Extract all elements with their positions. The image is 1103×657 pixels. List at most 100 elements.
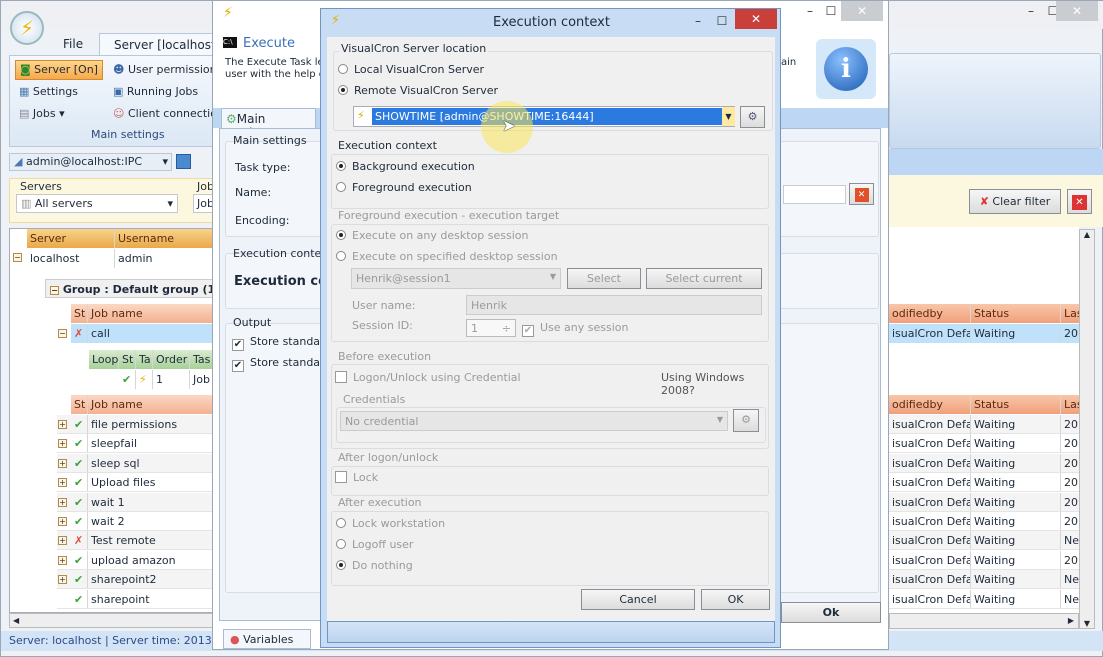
execute-maximize-button[interactable]: ☐ <box>819 1 843 21</box>
session-select[interactable]: Henrik@session1 ▼ <box>351 268 561 289</box>
right-grid-cell: Waiting <box>971 492 1061 511</box>
job-row[interactable]: + ✗ Test remote <box>57 531 214 551</box>
remote-server-radio[interactable]: Remote VisualCron Server <box>338 84 498 97</box>
specified-session-radio[interactable]: Execute on specified desktop session <box>336 250 558 263</box>
lock-workstation-radio[interactable]: Lock workstation <box>336 517 445 530</box>
tab-variables[interactable]: ● Variables <box>223 629 311 649</box>
local-server-radio[interactable]: Local VisualCron Server <box>338 63 484 76</box>
ok-button[interactable]: OK <box>701 589 770 610</box>
logon-unlock-checkbox[interactable]: Logon/Unlock using Credential <box>335 371 521 384</box>
user-name-input[interactable]: Henrik <box>466 295 762 315</box>
server-settings-icon: ⚙ <box>747 110 758 123</box>
right-grid-row[interactable]: isualCron DefaulWaiting201 <box>889 492 1079 512</box>
main-close-button[interactable]: ✕ <box>1056 1 1098 21</box>
right-grid-row[interactable]: isualCron DefaulWaitingNev <box>889 589 1079 609</box>
check-icon: ✔ <box>71 512 88 530</box>
right-grid-row[interactable]: isualCron DefaulWaitingNev <box>889 531 1079 551</box>
dialog-maximize-button[interactable]: ☐ <box>710 11 734 31</box>
settings-button[interactable]: ▦ Settings <box>19 85 78 98</box>
app-logo-icon[interactable]: ⚡ <box>10 11 44 45</box>
dialog-minimize-button[interactable]: – <box>686 11 710 31</box>
expand-icon[interactable]: + <box>58 439 67 449</box>
job-row[interactable]: + ✔ sleepfail <box>57 434 214 454</box>
main-minimize-button[interactable]: – <box>1019 1 1043 21</box>
server-on-button[interactable]: ◙ Server [On] <box>15 60 103 80</box>
right-grid-row[interactable]: isualCron DefaulWaiting201 <box>889 415 1079 434</box>
right-vscrollbar[interactable]: ▲ ▼ <box>1079 229 1095 629</box>
cancel-button[interactable]: Cancel <box>581 589 695 610</box>
select-button[interactable]: Select <box>567 268 641 289</box>
collapse-job-icon[interactable]: − <box>58 329 67 338</box>
execute-ok-button[interactable]: Ok <box>781 602 881 623</box>
connection-select[interactable]: ◢ admin@localhost:IPC ▾ <box>9 153 172 171</box>
clear-name-button[interactable]: ✕ <box>849 183 874 205</box>
server-location-title: VisualCron Server location <box>339 42 489 55</box>
store-stderr-checkbox[interactable]: ✔ Store standard <box>232 356 331 372</box>
right-grid-row[interactable]: isualCron DefaulWaiting201 <box>889 473 1079 493</box>
name-input[interactable] <box>783 185 846 204</box>
windows-2008-link[interactable]: Using Windows 2008? <box>661 371 780 397</box>
use-any-session-checkbox[interactable]: ✔ Use any session <box>522 321 628 337</box>
job-row[interactable]: + ✔ sleep sql <box>57 453 214 473</box>
right-grid-row[interactable]: isualCron DefaulWaiting201 <box>889 512 1079 531</box>
collapse-group-icon[interactable]: − <box>50 286 59 295</box>
select-current-button[interactable]: Select current <box>646 268 762 289</box>
main-settings-group-title: Main settings <box>233 134 307 147</box>
server-row[interactable]: localhost admin <box>27 249 214 268</box>
expand-icon[interactable]: + <box>58 555 67 565</box>
expand-icon[interactable]: + <box>58 575 67 585</box>
right-grid-cell: isualCron Defaul <box>889 589 971 608</box>
job-row[interactable]: + ✔ sharepoint2 <box>57 570 214 590</box>
expand-icon[interactable]: + <box>58 536 67 546</box>
refresh-icon[interactable] <box>176 154 191 169</box>
right-grid-row[interactable]: isualCron DefaulWaitingNev <box>889 570 1079 590</box>
job-row[interactable]: + ✔ wait 2 <box>57 512 214 531</box>
job-row[interactable]: + ✔ upload amazon <box>57 550 214 570</box>
before-execution-title: Before execution <box>336 350 434 363</box>
task-row[interactable]: ✔ ⚡ 1 Job <box>89 370 214 389</box>
right-hscrollbar[interactable]: ▶ <box>889 613 1079 629</box>
credential-settings-button[interactable]: ⚙ <box>733 409 759 432</box>
expand-icon[interactable]: + <box>58 458 67 468</box>
user-permissions-button[interactable]: ☻ User permission <box>113 63 217 76</box>
running-jobs-button[interactable]: ▣ Running Jobs <box>113 85 198 98</box>
logoff-user-radio[interactable]: Logoff user <box>336 538 413 551</box>
expand-icon[interactable]: + <box>58 517 67 526</box>
dialog-close-button[interactable]: ✕ <box>735 9 777 29</box>
close-filter-button[interactable]: ✕ <box>1067 189 1092 214</box>
foreground-execution-radio[interactable]: Foreground execution <box>336 181 472 194</box>
tab-main-settings[interactable]: ⚙Main settings <box>221 108 316 140</box>
do-nothing-radio[interactable]: Do nothing <box>336 559 413 572</box>
execute-close-button[interactable]: ✕ <box>841 1 883 21</box>
expand-icon[interactable]: + <box>58 420 67 429</box>
job-row[interactable]: + ✔ wait 1 <box>57 492 214 512</box>
background-execution-radio[interactable]: Background execution <box>336 160 475 173</box>
left-hscrollbar[interactable]: ◀ <box>9 613 214 628</box>
group-header[interactable]: − Group : Default group (18 ite <box>45 279 214 298</box>
any-session-radio[interactable]: Execute on any desktop session <box>336 229 529 242</box>
right-grid-row[interactable]: isualCron DefaulWaiting201 <box>889 550 1079 570</box>
store-stdout-checkbox[interactable]: ✔ Store standard <box>232 335 331 351</box>
client-connections-button[interactable]: ☺ Client connectio <box>113 107 217 120</box>
expand-icon[interactable]: + <box>58 478 67 488</box>
right-grid-cell: 201 <box>1061 434 1079 452</box>
dropdown-arrow-icon[interactable]: ▼ <box>722 107 735 126</box>
credential-select[interactable]: No credential ▼ <box>340 411 728 431</box>
job-row[interactable]: + ✔ file permissions <box>57 415 214 434</box>
lock-checkbox[interactable]: Lock <box>335 471 378 484</box>
expand-icon[interactable]: + <box>58 497 67 507</box>
right-grid-row[interactable]: isualCron DefaulWaiting201 <box>889 453 1079 473</box>
right-selected-row[interactable]: isualCron Defaul Waiting 201 <box>889 324 1079 343</box>
right-grid-row[interactable]: isualCron DefaulWaiting201 <box>889 434 1079 454</box>
servers-select[interactable]: ▥ All servers ▾ <box>16 194 178 213</box>
session-id-stepper[interactable]: 1 ÷ <box>466 319 516 337</box>
job-row-selected[interactable]: ✗ call <box>71 324 214 343</box>
remote-server-select[interactable]: ⚡ SHOWTIME [admin@SHOWTIME:16444] ▼ <box>353 106 735 127</box>
server-settings-button[interactable]: ⚙ <box>740 106 765 128</box>
job-row[interactable]: + ✔ Upload files <box>57 473 214 493</box>
clear-filter-button[interactable]: ✘ Clear filter <box>969 189 1061 214</box>
collapse-server-icon[interactable]: − <box>13 253 22 262</box>
tab-file[interactable]: File <box>63 37 83 51</box>
job-row[interactable]: ✔ sharepoint <box>57 589 214 609</box>
jobs-button[interactable]: ▤ Jobs ▾ <box>19 107 65 120</box>
